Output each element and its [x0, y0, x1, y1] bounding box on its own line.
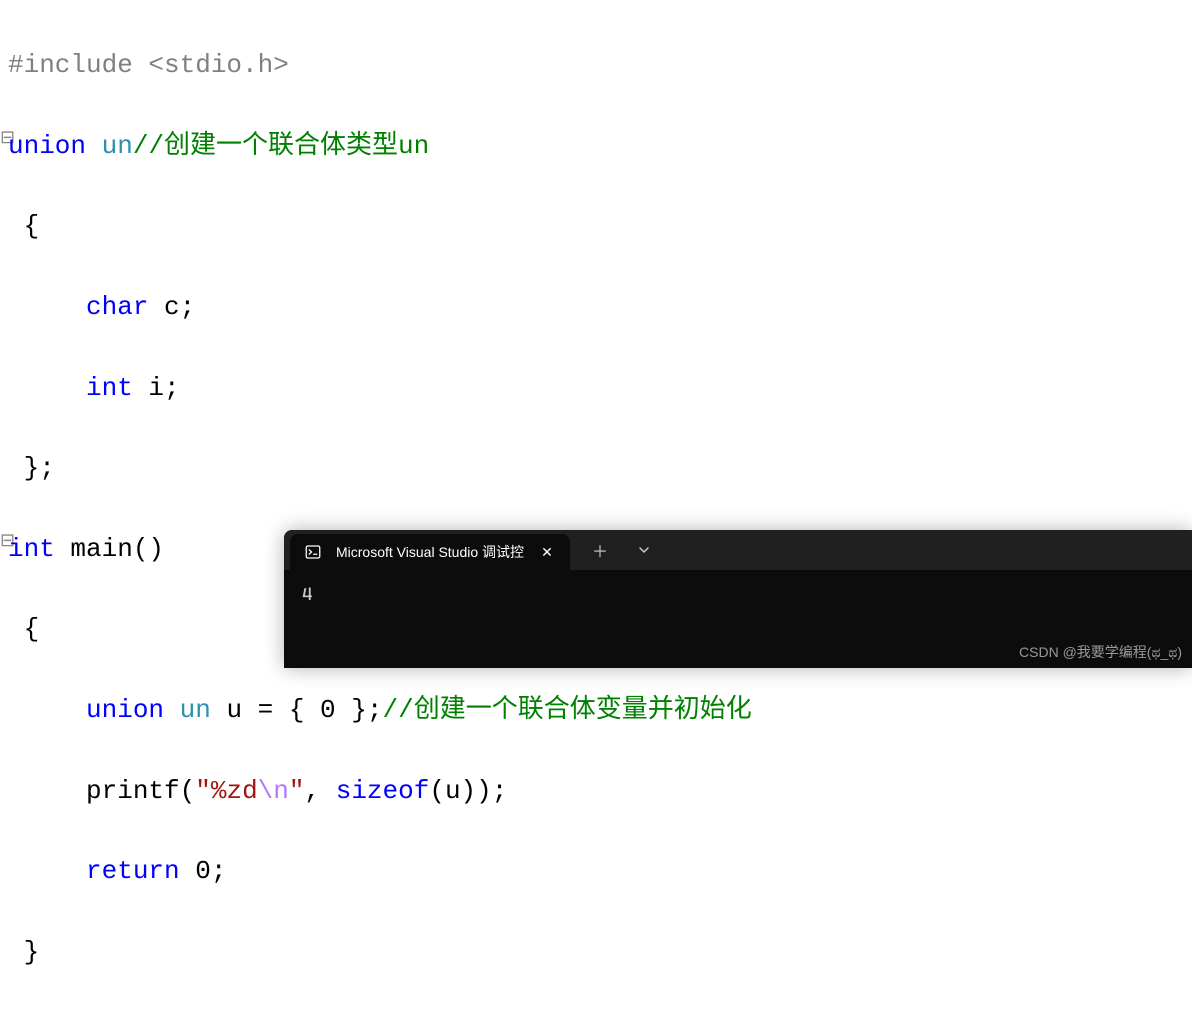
return-val: 0; [180, 856, 227, 886]
printf-call: printf [86, 776, 180, 806]
keyword-return: return [86, 856, 180, 886]
code-editor[interactable]: #include <stdio.h> ⊟union un//创建一个联合体类型u… [0, 0, 1192, 1012]
fold-indicator[interactable]: ⊟ [0, 529, 8, 557]
terminal-output[interactable]: 4 [284, 570, 1192, 619]
comment-union: //创建一个联合体类型un [133, 131, 429, 161]
terminal-tab-title: Microsoft Visual Studio 调试控 [336, 542, 524, 562]
keyword-union: union [8, 131, 86, 161]
fold-indicator[interactable]: ⊟ [0, 126, 8, 154]
terminal-tab-bar: Microsoft Visual Studio 调试控 ✕ ＋ [284, 530, 1192, 570]
main-fn: main() [55, 534, 164, 564]
field-c: c; [148, 292, 195, 322]
format-specifier: %zd [211, 776, 258, 806]
main-close-brace: } [24, 937, 40, 967]
watermark-text: CSDN @我要学编程(ಥ_ಥ) [1019, 642, 1182, 662]
keyword-sizeof: sizeof [336, 776, 430, 806]
terminal-icon [304, 543, 322, 561]
keyword-int: int [86, 373, 133, 403]
terminal-actions: ＋ [578, 530, 666, 570]
escape-newline: \n [258, 776, 289, 806]
var-u-decl: u = { 0 }; [211, 695, 383, 725]
terminal-tab-active[interactable]: Microsoft Visual Studio 调试控 ✕ [290, 534, 570, 570]
keyword-char: char [86, 292, 148, 322]
brace-close-semi: }; [24, 453, 55, 483]
type-un: un [102, 131, 133, 161]
field-i: i; [133, 373, 180, 403]
main-open-brace: { [24, 614, 40, 644]
keyword-union-decl: union [86, 695, 164, 725]
output-line: 4 [302, 584, 313, 605]
new-tab-button[interactable]: ＋ [578, 530, 622, 570]
keyword-int-main: int [8, 534, 55, 564]
close-icon[interactable]: ✕ [538, 544, 556, 561]
comment-decl: //创建一个联合体变量并初始化 [382, 695, 751, 725]
preproc-include: #include <stdio.h> [8, 50, 289, 80]
type-un-decl: un [164, 695, 211, 725]
tab-dropdown-button[interactable] [622, 530, 666, 570]
brace-open: { [24, 211, 40, 241]
